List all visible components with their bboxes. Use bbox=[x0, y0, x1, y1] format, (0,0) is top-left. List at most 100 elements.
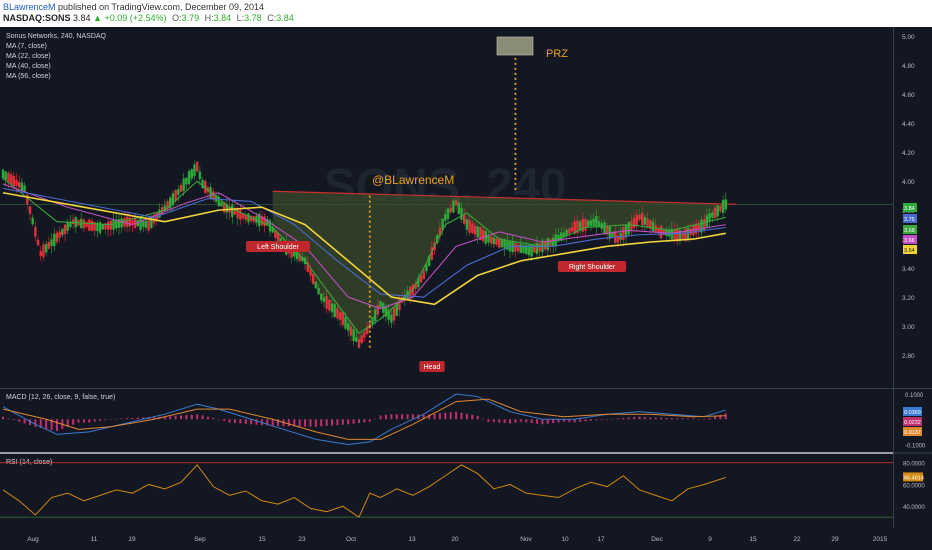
head-label: Head bbox=[424, 364, 441, 371]
candle-body bbox=[721, 200, 725, 213]
time-axis-tick: 15 bbox=[749, 536, 757, 543]
candle-body bbox=[603, 222, 606, 235]
macd-scale-badge: 0.0232 bbox=[904, 420, 921, 426]
author-link[interactable]: BLawrenceM bbox=[3, 2, 56, 12]
candle-body bbox=[328, 299, 331, 311]
macd-histogram-bar bbox=[314, 419, 317, 427]
macd-histogram-bar bbox=[304, 419, 307, 427]
macd-histogram-bar bbox=[492, 419, 495, 423]
candle-body bbox=[333, 304, 336, 318]
candle-body bbox=[686, 227, 690, 239]
macd-histogram-bar bbox=[347, 419, 350, 425]
candle-body bbox=[185, 177, 188, 185]
macd-histogram-bar bbox=[379, 415, 382, 420]
author-handle-annotation: @BLawrenceM bbox=[372, 173, 454, 187]
candle-body bbox=[177, 189, 180, 195]
candle-body bbox=[193, 164, 196, 177]
trading-chart[interactable]: SONS, 2405.004.804.604.404.204.003.803.6… bbox=[0, 27, 932, 550]
macd-histogram-bar bbox=[471, 414, 474, 420]
time-axis-tick: 29 bbox=[831, 536, 839, 543]
macd-histogram-bar bbox=[352, 419, 355, 424]
last-price: 3.84 bbox=[73, 13, 91, 23]
candle-body bbox=[311, 273, 315, 284]
close-label: C: bbox=[267, 13, 277, 23]
macd-histogram-bar bbox=[660, 417, 663, 420]
macd-histogram-bar bbox=[169, 416, 172, 420]
macd-histogram-bar bbox=[72, 419, 75, 425]
candle-body bbox=[182, 178, 185, 191]
time-axis-tick: Nov bbox=[520, 536, 532, 543]
high-label: H: bbox=[204, 13, 214, 23]
macd-histogram-bar bbox=[536, 419, 538, 424]
candle-body bbox=[15, 180, 18, 186]
candle-body bbox=[338, 312, 342, 320]
publish-header: BLawrenceM published on TradingView.com,… bbox=[0, 0, 932, 27]
price-axis-tick: 4.00 bbox=[902, 179, 915, 186]
open-value: 3.79 bbox=[181, 13, 200, 23]
candle-body bbox=[44, 244, 48, 253]
candle-body bbox=[487, 235, 490, 243]
macd-histogram-bar bbox=[34, 419, 37, 427]
macd-histogram-bar bbox=[708, 418, 711, 420]
rsi-axis-tick: 40.0000 bbox=[903, 505, 925, 511]
macd-histogram-bar bbox=[7, 418, 10, 420]
macd-histogram-bar bbox=[45, 419, 48, 430]
candle-body bbox=[101, 224, 104, 230]
macd-histogram-bar bbox=[589, 419, 592, 421]
time-axis-tick: 19 bbox=[128, 536, 136, 543]
time-axis-tick: 17 bbox=[597, 536, 605, 543]
macd-histogram-bar bbox=[509, 419, 512, 424]
macd-histogram-bar bbox=[460, 412, 463, 420]
macd-histogram-bar bbox=[687, 418, 690, 420]
macd-histogram-bar bbox=[670, 417, 673, 420]
macd-histogram-bar bbox=[487, 419, 490, 422]
macd-histogram-bar bbox=[638, 416, 641, 420]
candle-body bbox=[711, 212, 714, 218]
macd-histogram-bar bbox=[503, 419, 506, 424]
candle-body bbox=[53, 233, 56, 247]
price-scale-background bbox=[893, 27, 932, 550]
ma-legend-entry: MA (22, close) bbox=[6, 53, 51, 60]
macd-histogram-bar bbox=[546, 419, 549, 424]
time-axis-tick: 20 bbox=[451, 536, 459, 543]
candle-body bbox=[20, 182, 24, 191]
macd-histogram-bar bbox=[126, 418, 129, 420]
price-scale-badge: 3.68 bbox=[904, 228, 915, 234]
candle-body bbox=[568, 228, 571, 234]
macd-histogram-bar bbox=[438, 413, 441, 420]
price-axis-tick: 4.40 bbox=[902, 121, 915, 128]
candle-body bbox=[47, 242, 51, 249]
macd-histogram-bar bbox=[530, 419, 533, 424]
candle-body bbox=[589, 220, 593, 227]
candle-body bbox=[476, 226, 479, 238]
candle-body bbox=[449, 207, 452, 213]
candle-body bbox=[247, 213, 250, 223]
candle-body bbox=[9, 174, 13, 185]
time-scale-background bbox=[0, 528, 932, 550]
candle-body bbox=[36, 239, 40, 246]
time-axis-tick: 2015 bbox=[873, 536, 888, 543]
macd-histogram-bar bbox=[654, 417, 657, 420]
candle-body bbox=[58, 231, 61, 238]
macd-histogram-bar bbox=[455, 411, 458, 420]
candle-body bbox=[635, 214, 638, 226]
macd-histogram-bar bbox=[444, 412, 447, 420]
macd-histogram-bar bbox=[368, 419, 371, 422]
candle-body bbox=[519, 244, 523, 253]
candle-body bbox=[147, 218, 150, 231]
candle-body bbox=[390, 314, 393, 323]
candle-body bbox=[681, 233, 684, 239]
time-axis-tick: 10 bbox=[561, 536, 569, 543]
macd-histogram-bar bbox=[514, 419, 517, 423]
prz-label: PRZ bbox=[546, 48, 568, 60]
candle-body bbox=[220, 202, 223, 207]
macd-histogram-bar bbox=[384, 414, 387, 420]
price-axis-tick: 4.20 bbox=[902, 150, 915, 157]
macd-histogram-bar bbox=[465, 413, 468, 420]
open-label: O: bbox=[172, 13, 182, 23]
left-shoulder-label: Left Shoulder bbox=[257, 244, 299, 251]
candle-body bbox=[109, 220, 113, 230]
candle-body bbox=[17, 182, 21, 188]
candle-body bbox=[492, 237, 496, 245]
candle-body bbox=[39, 251, 42, 256]
